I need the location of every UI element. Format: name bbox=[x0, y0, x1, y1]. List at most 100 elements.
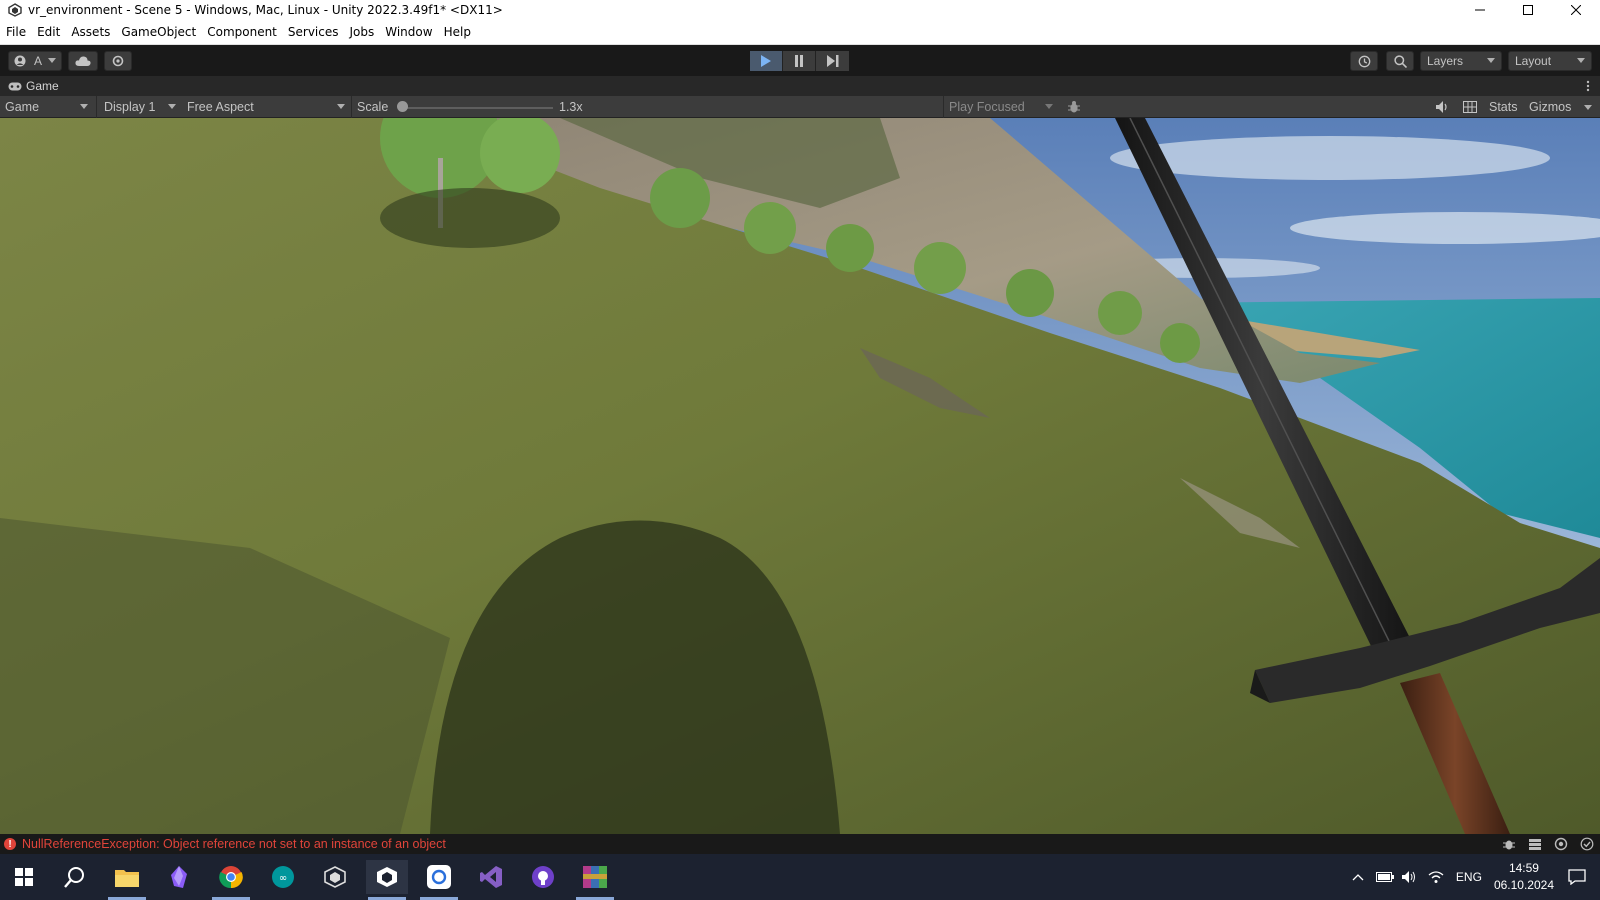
file-explorer-icon[interactable] bbox=[106, 860, 148, 900]
chevron-down-icon bbox=[1577, 58, 1585, 63]
display-dropdown[interactable]: Display 1 bbox=[100, 98, 180, 116]
check-circle-icon[interactable] bbox=[1580, 837, 1594, 851]
error-icon: ! bbox=[4, 838, 16, 850]
windows-taskbar: ∞ ENG 14:59 06.10.2024 bbox=[0, 854, 1600, 900]
wifi-icon[interactable] bbox=[1428, 870, 1444, 884]
scale-slider-knob[interactable] bbox=[397, 101, 408, 112]
visual-studio-icon[interactable] bbox=[470, 860, 512, 894]
chevron-down-icon bbox=[48, 58, 57, 63]
unity-editor-icon[interactable] bbox=[366, 860, 408, 900]
title-bar: vr_environment - Scene 5 - Windows, Mac,… bbox=[0, 0, 1600, 20]
obsidian-icon[interactable] bbox=[158, 860, 200, 894]
close-button[interactable] bbox=[1552, 0, 1600, 20]
play-controls bbox=[750, 51, 849, 71]
pause-button[interactable] bbox=[783, 51, 816, 71]
play-icon bbox=[761, 55, 771, 67]
kebab-menu-icon[interactable] bbox=[1586, 80, 1590, 92]
layers-dropdown[interactable]: Layers bbox=[1420, 51, 1502, 71]
menu-edit[interactable]: Edit bbox=[37, 25, 60, 39]
settings-cog-icon bbox=[112, 55, 124, 67]
collab-button[interactable] bbox=[104, 51, 132, 71]
divider bbox=[96, 96, 97, 118]
arduino-icon[interactable]: ∞ bbox=[262, 860, 304, 894]
close-icon bbox=[1571, 5, 1581, 15]
cloud-button[interactable] bbox=[68, 51, 98, 71]
chevron-down-icon bbox=[1487, 58, 1495, 63]
clock[interactable]: 14:59 06.10.2024 bbox=[1494, 860, 1554, 894]
battery-icon[interactable] bbox=[1375, 872, 1394, 882]
undo-history-button[interactable] bbox=[1350, 51, 1378, 71]
cloud-icon bbox=[75, 56, 91, 66]
chevron-down-icon bbox=[80, 104, 88, 109]
menu-services[interactable]: Services bbox=[288, 25, 339, 39]
status-icons bbox=[1502, 837, 1594, 851]
chevron-up-icon[interactable] bbox=[1352, 873, 1364, 881]
menu-window[interactable]: Window bbox=[385, 25, 432, 39]
auto-generate-lighting-icon[interactable] bbox=[1554, 837, 1568, 851]
progress-stack-icon[interactable] bbox=[1528, 837, 1542, 851]
unity-hub-icon[interactable] bbox=[314, 860, 356, 894]
notification-icon[interactable] bbox=[1568, 869, 1586, 885]
menu-component[interactable]: Component bbox=[207, 25, 277, 39]
svg-text:∞: ∞ bbox=[279, 873, 287, 884]
search-icon[interactable] bbox=[54, 860, 96, 894]
chevron-down-icon[interactable] bbox=[1584, 105, 1592, 110]
minimize-button[interactable] bbox=[1456, 0, 1504, 20]
clock-date: 06.10.2024 bbox=[1493, 878, 1554, 892]
chevron-down-icon bbox=[337, 104, 345, 109]
debug-icon[interactable] bbox=[1502, 837, 1516, 851]
gamepad-icon bbox=[8, 82, 22, 90]
divider bbox=[351, 96, 352, 118]
step-icon bbox=[826, 55, 838, 67]
aspect-dropdown[interactable]: Free Aspect bbox=[183, 98, 349, 116]
volume-icon[interactable] bbox=[1401, 870, 1418, 884]
search-icon bbox=[1393, 54, 1407, 68]
tab-game[interactable]: Game bbox=[0, 79, 59, 93]
maximize-button[interactable] bbox=[1504, 0, 1552, 20]
scale-slider-track[interactable] bbox=[401, 107, 553, 109]
tab-game-label: Game bbox=[26, 79, 59, 93]
account-initial: A bbox=[34, 54, 43, 68]
chevron-down-icon bbox=[168, 104, 176, 109]
grid-icon[interactable] bbox=[1463, 101, 1477, 113]
view-mode-dropdown[interactable]: Game bbox=[0, 98, 92, 116]
bug-icon[interactable] bbox=[1067, 100, 1081, 114]
system-tray: ENG 14:59 06.10.2024 bbox=[1352, 854, 1600, 900]
account-dropdown[interactable]: A bbox=[8, 51, 62, 71]
error-message[interactable]: NullReferenceException: Object reference… bbox=[22, 837, 446, 851]
unity-logo-icon bbox=[8, 3, 22, 17]
menu-file[interactable]: File bbox=[6, 25, 26, 39]
play-mode-dropdown[interactable]: Play Focused bbox=[947, 98, 1057, 116]
minimize-icon bbox=[1475, 9, 1485, 11]
stats-button[interactable]: Stats bbox=[1489, 100, 1518, 114]
step-button[interactable] bbox=[816, 51, 849, 71]
clock-time: 14:59 bbox=[1508, 861, 1539, 875]
aspect-label: Free Aspect bbox=[187, 100, 254, 114]
app-icon[interactable] bbox=[418, 860, 460, 900]
play-button[interactable] bbox=[750, 51, 783, 71]
pause-icon bbox=[795, 55, 803, 67]
console-status-bar[interactable]: ! NullReferenceException: Object referen… bbox=[0, 834, 1600, 854]
menu-assets[interactable]: Assets bbox=[71, 25, 110, 39]
game-tab-bar: Game bbox=[0, 76, 1600, 96]
divider bbox=[943, 96, 944, 118]
chevron-down-icon bbox=[1045, 104, 1053, 109]
menu-help[interactable]: Help bbox=[444, 25, 471, 39]
github-desktop-icon[interactable] bbox=[522, 860, 564, 894]
language-indicator[interactable]: ENG bbox=[1456, 870, 1482, 884]
scale-label: Scale bbox=[357, 100, 389, 114]
mute-audio-icon[interactable] bbox=[1436, 101, 1450, 113]
menu-jobs[interactable]: Jobs bbox=[350, 25, 375, 39]
layout-dropdown[interactable]: Layout bbox=[1508, 51, 1592, 71]
game-viewport[interactable] bbox=[0, 118, 1600, 834]
gizmos-button[interactable]: Gizmos bbox=[1529, 100, 1571, 114]
play-mode-label: Play Focused bbox=[949, 100, 1025, 114]
chrome-icon[interactable] bbox=[210, 860, 252, 900]
history-icon bbox=[1358, 55, 1370, 67]
search-button[interactable] bbox=[1386, 51, 1414, 71]
menu-gameobject[interactable]: GameObject bbox=[121, 25, 196, 39]
layers-label: Layers bbox=[1427, 54, 1464, 68]
windows-start-icon[interactable] bbox=[3, 860, 45, 894]
winrar-icon[interactable] bbox=[574, 860, 616, 900]
account-icon bbox=[14, 55, 26, 67]
